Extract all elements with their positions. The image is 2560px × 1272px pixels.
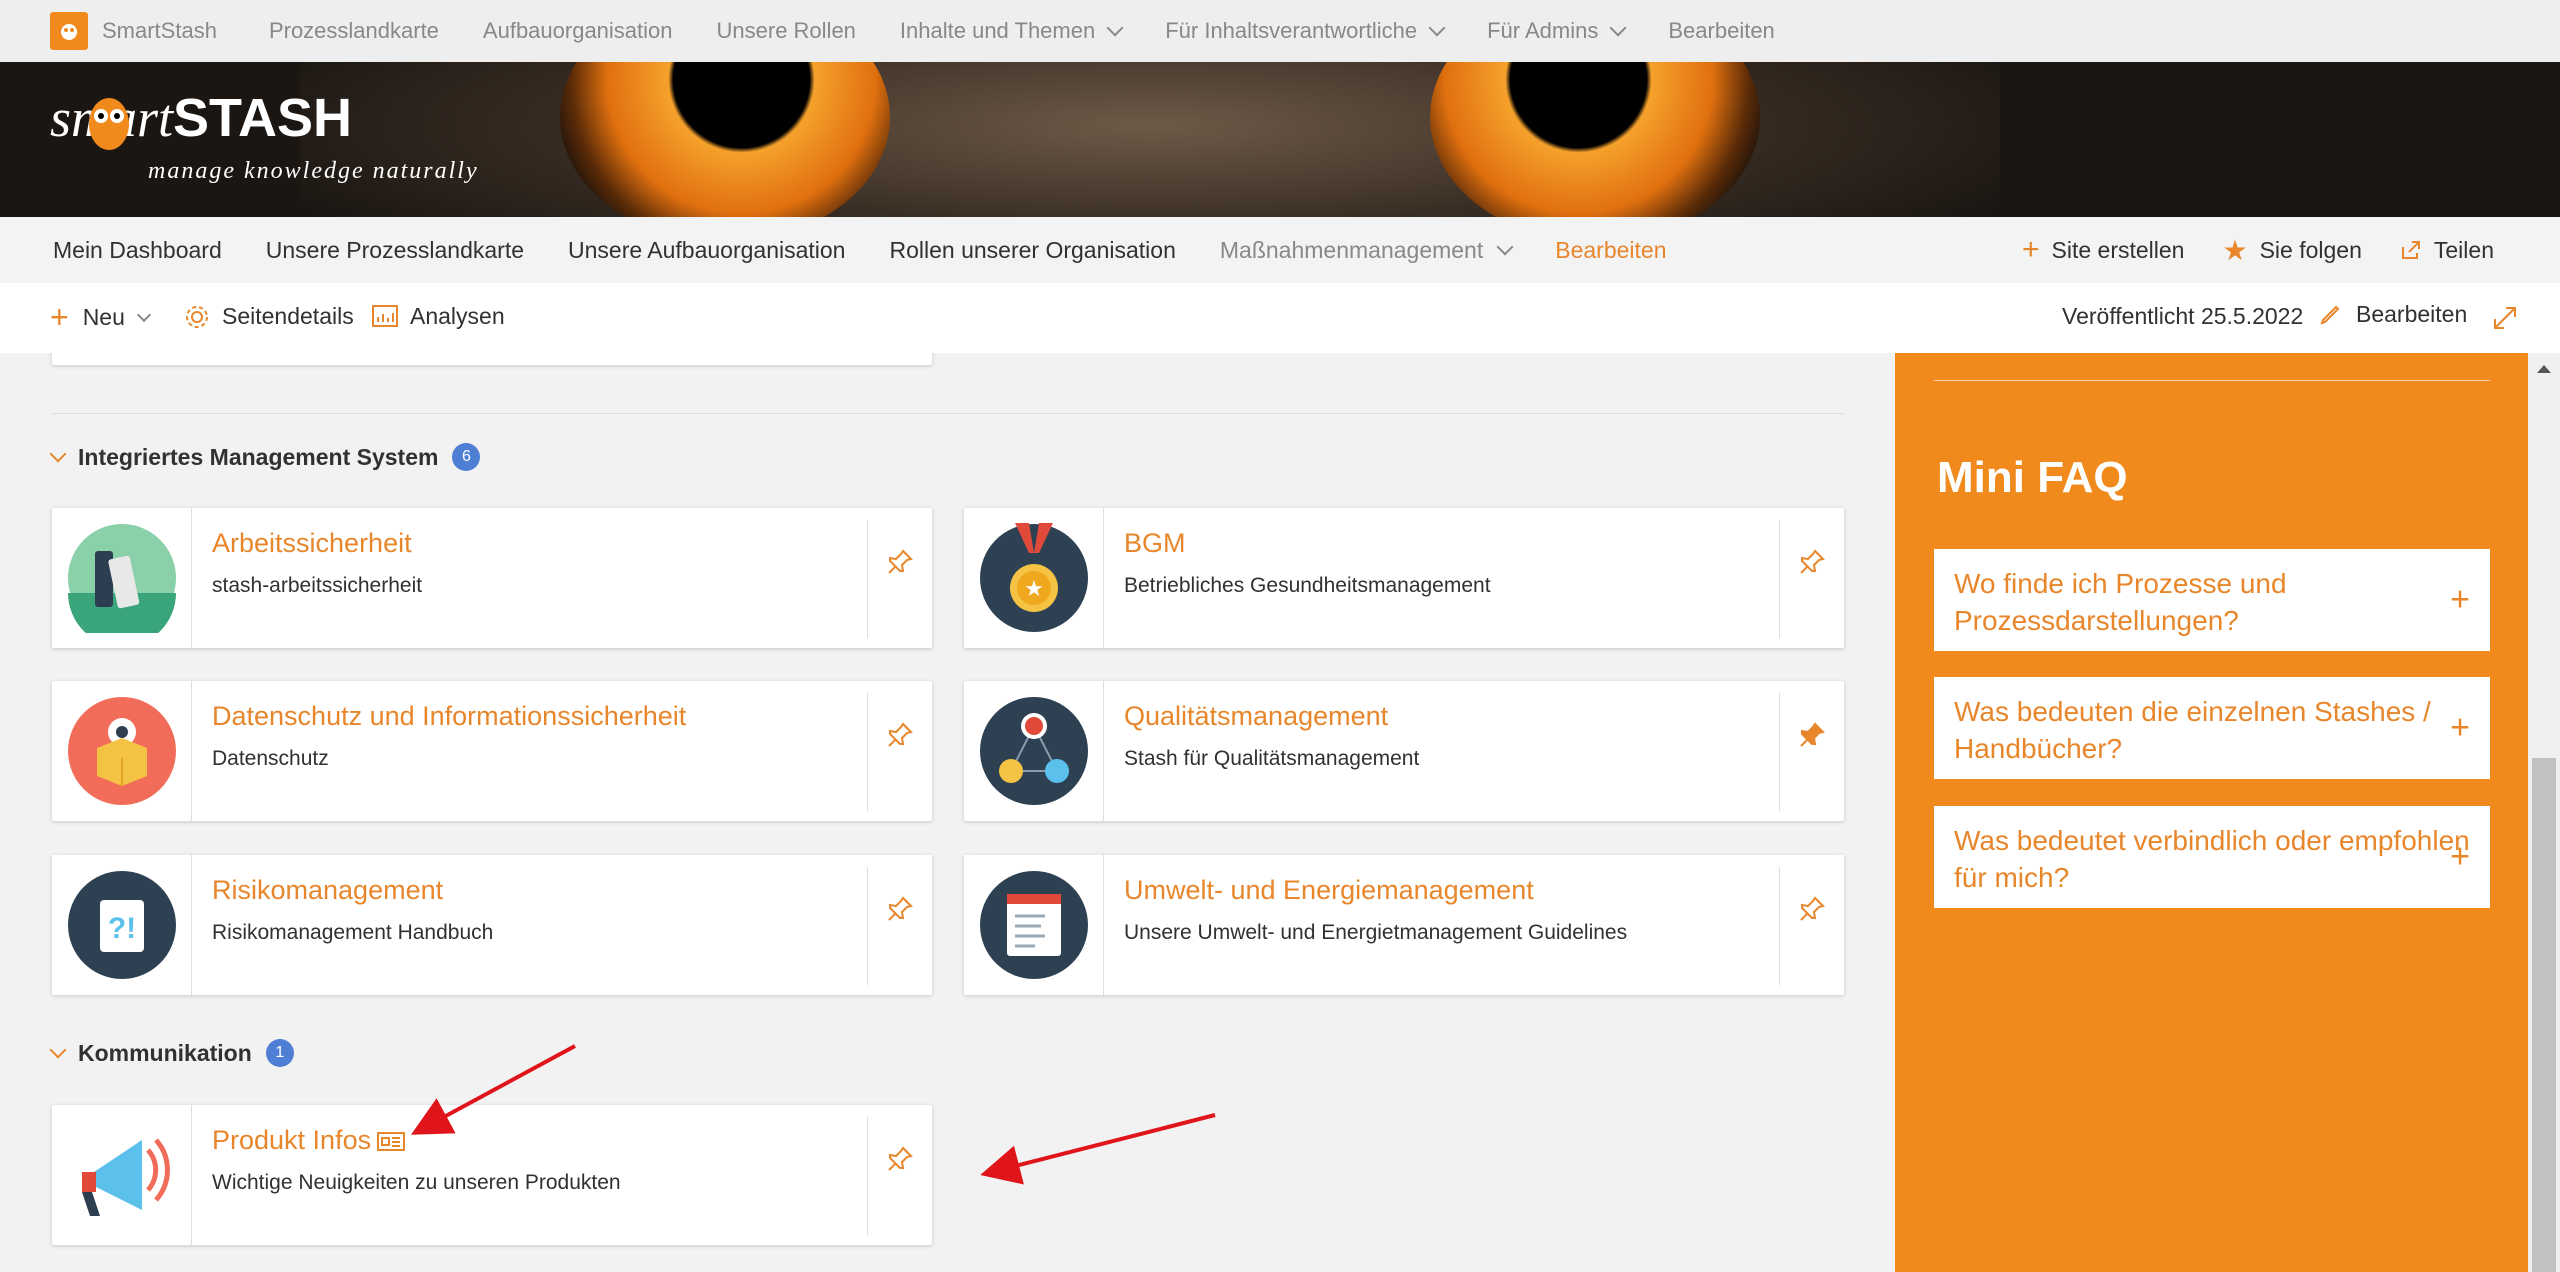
faq-item-2[interactable]: Was bedeuten die einzelnen Stashes / Han… <box>1934 677 2490 779</box>
suite-nav-label: Prozesslandkarte <box>268 18 439 43</box>
suite-nav-admins[interactable]: Für Admins <box>1487 18 1627 44</box>
annotation-arrows <box>410 1044 1216 1185</box>
new-button[interactable]: + Neu <box>50 299 151 336</box>
suite-nav-inhalte[interactable]: Inhalte und Themen <box>899 18 1124 44</box>
share-button[interactable]: Teilen <box>2400 237 2494 264</box>
suite-nav-bearbeiten[interactable]: Bearbeiten <box>1668 18 1774 44</box>
owl-eye-left-image <box>560 62 890 217</box>
suite-nav-label: Inhalte und Themen <box>899 18 1096 43</box>
follow-label: Sie folgen <box>2259 236 2362 263</box>
nav-massnahmenmanagement[interactable]: Maßnahmenmanagement <box>1219 236 1514 264</box>
suite-nav-label: Bearbeiten <box>1668 18 1775 43</box>
plus-icon: + <box>2450 708 2470 747</box>
scrollbar-thumb[interactable] <box>2532 758 2556 1272</box>
analytics-label: Analysen <box>410 303 505 329</box>
chevron-down-icon <box>136 307 151 322</box>
nav-bearbeiten[interactable]: Bearbeiten <box>1555 237 1666 264</box>
suite-nav-label: Für Admins <box>1487 18 1599 43</box>
arrow-annotation-1 <box>410 1044 576 1135</box>
faq-question: Was bedeutet verbindlich oder empfohlen … <box>1954 825 2470 893</box>
star-icon: ★ <box>2222 234 2248 266</box>
suite-nav-label: Aufbauorganisation <box>482 18 673 43</box>
suite-nav-inhaltsverantwortliche[interactable]: Für Inhaltsverantwortliche <box>1165 18 1446 44</box>
suite-bar: SmartStash Prozesslandkarte Aufbauorgani… <box>0 0 2560 62</box>
pencil-icon <box>2320 305 2340 325</box>
nav-prozesslandkarte[interactable]: Unsere Prozesslandkarte <box>266 237 524 264</box>
suite-nav-prozesslandkarte[interactable]: Prozesslandkarte <box>269 18 439 44</box>
scrollbar[interactable] <box>2528 353 2560 1272</box>
arrow-annotation-2 <box>980 1113 1216 1185</box>
gear-icon <box>186 305 208 328</box>
published-status: Veröffentlicht 25.5.2022 <box>2062 303 2304 329</box>
suite-brand[interactable]: SmartStash <box>102 18 217 44</box>
logo-word-stash: STASH <box>173 88 353 148</box>
site-create-label: Site erstellen <box>2051 236 2185 263</box>
edit-label: Bearbeiten <box>2356 301 2468 327</box>
faq-item-1[interactable]: Wo finde ich Prozesse und Prozessdarstel… <box>1934 549 2490 651</box>
app-logo-icon[interactable] <box>50 12 88 50</box>
faq-question: Wo finde ich Prozesse und Prozessdarstel… <box>1954 568 2287 636</box>
site-create-button[interactable]: + Site erstellen <box>2022 233 2185 267</box>
chevron-down-icon <box>1106 19 1124 37</box>
plus-icon: + <box>2450 837 2470 876</box>
nav-mein-dashboard[interactable]: Mein Dashboard <box>53 237 222 264</box>
suite-nav-label: Für Inhaltsverantwortliche <box>1165 18 1418 43</box>
scroll-up-icon[interactable] <box>2537 365 2551 373</box>
faq-title: Mini FAQ <box>1937 453 2128 502</box>
command-bar: + Neu Seitendetails Analysen Veröffentlic… <box>0 283 2560 353</box>
suite-nav-rollen[interactable]: Unsere Rollen <box>717 18 856 44</box>
new-label: Neu <box>82 304 125 330</box>
header-banner: smart STASH manage knowledge naturally <box>0 62 2560 217</box>
faq-question: Was bedeuten die einzelnen Stashes / Han… <box>1954 696 2431 764</box>
nav-rollen[interactable]: Rollen unserer Organisation <box>889 237 1175 264</box>
plus-icon: + <box>50 299 69 335</box>
owl-logo-icon <box>89 98 129 150</box>
faq-divider <box>1934 380 2490 381</box>
plus-icon: + <box>2450 580 2470 619</box>
site-tagline: manage knowledge naturally <box>148 158 479 184</box>
page-details-button[interactable]: Seitendetails <box>184 303 354 330</box>
page-details-label: Seitendetails <box>222 303 354 329</box>
chevron-down-icon <box>1609 19 1627 37</box>
nav-aufbauorganisation[interactable]: Unsere Aufbauorganisation <box>568 237 845 264</box>
faq-item-3[interactable]: Was bedeutet verbindlich oder empfohlen … <box>1934 806 2490 908</box>
chevron-down-icon <box>1496 238 1514 256</box>
analytics-icon <box>372 304 398 327</box>
share-icon <box>2401 241 2420 259</box>
follow-button[interactable]: ★ Sie folgen <box>2222 234 2361 267</box>
owl-eye-right-image <box>1430 62 1760 217</box>
suite-nav-label: Unsere Rollen <box>716 18 856 43</box>
site-navigation: Mein Dashboard Unsere Prozesslandkarte U… <box>0 217 2560 283</box>
nav-label: Maßnahmenmanagement <box>1219 236 1484 263</box>
share-label: Teilen <box>2433 236 2494 263</box>
suite-nav-aufbauorganisation[interactable]: Aufbauorganisation <box>483 18 673 44</box>
edit-page-button[interactable]: Bearbeiten <box>2318 301 2467 328</box>
main-content: Integriertes Management System 6 Arbeits… <box>0 353 1895 1272</box>
analytics-button[interactable]: Analysen <box>372 303 505 330</box>
plus-icon: + <box>2021 233 2040 266</box>
chevron-down-icon <box>1428 19 1446 37</box>
expand-icon[interactable] <box>2492 305 2518 331</box>
